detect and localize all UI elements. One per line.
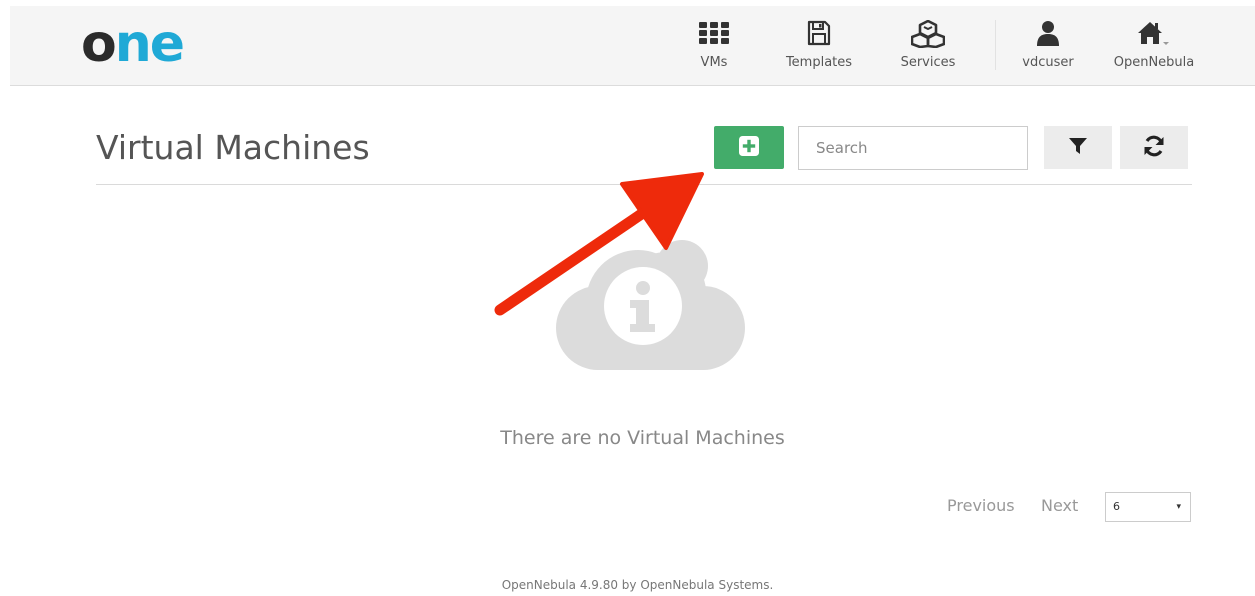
- filter-button[interactable]: [1044, 126, 1112, 169]
- pagination-next[interactable]: Next: [1041, 496, 1078, 515]
- nav-services[interactable]: Services: [888, 20, 968, 76]
- refresh-button[interactable]: [1120, 126, 1188, 169]
- logo-text-ne: ne: [114, 14, 185, 74]
- opennebula-logo[interactable]: one: [81, 14, 185, 74]
- filter-icon: [1069, 137, 1087, 159]
- user-icon: [1018, 20, 1078, 48]
- home-icon: [1104, 20, 1204, 48]
- nav-services-label: Services: [900, 55, 956, 70]
- logo-text-o: o: [81, 14, 117, 74]
- empty-state-message: There are no Virtual Machines: [500, 427, 785, 449]
- plus-square-icon: [739, 135, 759, 160]
- pagination-previous[interactable]: Previous: [947, 496, 1015, 515]
- create-vm-button[interactable]: [714, 126, 784, 169]
- search-input[interactable]: [798, 126, 1028, 170]
- nav-user-label: vdcuser: [1022, 55, 1074, 70]
- nav-templates[interactable]: Templates: [776, 20, 862, 76]
- nav-templates-label: Templates: [785, 55, 853, 70]
- nav-user-menu[interactable]: vdcuser: [1018, 20, 1078, 76]
- cubes-icon: [888, 20, 968, 48]
- refresh-icon: [1143, 135, 1165, 161]
- footer-credit: OpenNebula 4.9.80 by OpenNebula Systems.: [501, 578, 774, 592]
- nav-zone-label: OpenNebula: [1113, 55, 1195, 70]
- nav-divider: [995, 20, 996, 70]
- page-title: Virtual Machines: [96, 128, 370, 167]
- top-navbar: one VMs Templates Services vdcuser OpenN…: [10, 6, 1255, 86]
- select-caret-icon: ▾: [1176, 502, 1181, 512]
- cloud-info-icon: [548, 240, 752, 370]
- page-size-select[interactable]: 6 ▾: [1105, 492, 1191, 522]
- nav-vms-label: VMs: [700, 55, 728, 70]
- nav-vms[interactable]: VMs: [680, 20, 748, 76]
- nav-zone-menu[interactable]: OpenNebula: [1104, 20, 1204, 76]
- grid-icon: [680, 20, 748, 48]
- title-divider: [96, 184, 1192, 185]
- page-size-value: 6: [1113, 500, 1120, 513]
- floppy-disk-icon: [776, 20, 862, 48]
